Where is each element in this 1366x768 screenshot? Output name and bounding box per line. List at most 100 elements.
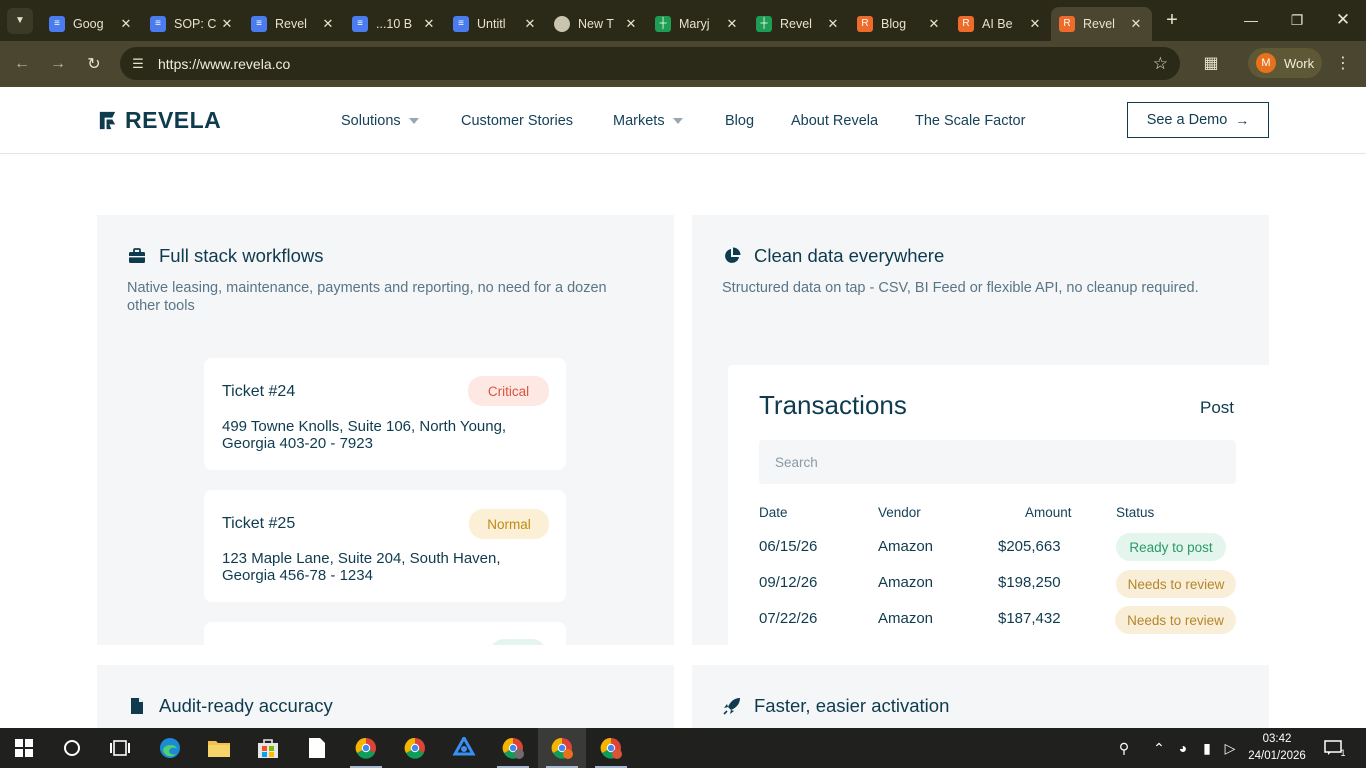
tab-title: Goog [73,16,104,31]
close-tab-icon[interactable]: ✕ [522,16,538,32]
sheets-icon: ┼ [655,15,671,32]
close-tab-icon[interactable]: ✕ [421,16,437,32]
browser-toolbar: ← → ↻ ☰ https://www.revela.co ☆ ▦ M Work… [0,41,1366,87]
revela-logo[interactable]: REVELA [96,107,221,134]
status-badge: Critical [468,376,549,406]
nav-label: About Revela [791,113,879,129]
nav-solutions[interactable]: Solutions [341,111,419,131]
card-title-text: Clean data everywhere [754,245,945,266]
transactions-search-input[interactable] [759,440,1236,484]
rocket-icon [722,696,742,716]
start-button[interactable] [0,728,48,768]
restore-button[interactable]: ❐ [1274,0,1320,40]
battery-icon[interactable]: ▮ [1196,728,1218,768]
new-tab-button[interactable]: + [1158,7,1186,35]
chevron-down-icon [408,118,419,124]
store-app[interactable] [244,728,292,768]
chrome-icon [404,737,425,759]
nav-blog[interactable]: Blog [725,111,754,131]
browser-tab[interactable]: ≡ SOP: C ✕ [142,7,243,41]
chrome-icon [355,737,376,759]
task-view-button[interactable] [96,728,144,768]
nav-about[interactable]: About Revela [791,111,878,131]
bookmark-star-icon[interactable]: ☆ [1153,54,1168,74]
site-info-icon[interactable]: ☰ [128,56,148,72]
revela-icon: R [958,15,974,32]
close-tab-icon[interactable]: ✕ [320,16,336,32]
close-tab-icon[interactable]: ✕ [825,16,841,32]
reload-button[interactable]: ↻ [77,47,111,81]
browser-tab[interactable]: ≡ Goog ✕ [41,7,142,41]
chrome-app-work[interactable] [538,728,586,768]
address-bar[interactable]: ☰ https://www.revela.co ☆ [120,47,1180,80]
card-description: Structured data on tap - CSV, BI Feed or… [722,280,1199,296]
close-tab-icon[interactable]: ✕ [219,16,235,32]
profile-name: Work [1284,55,1315,71]
see-demo-button[interactable]: See a Demo → [1127,102,1269,138]
card-clean-data: Clean data everywhere Structured data on… [692,215,1269,645]
chrome-app-2[interactable] [391,728,439,768]
ticket-card[interactable]: Ticket #24 Critical 499 Towne Knolls, Su… [204,358,566,470]
close-window-button[interactable]: ✕ [1320,0,1366,40]
search-button[interactable] [48,728,96,768]
nav-label: The Scale Factor [915,113,1026,129]
transactions-title: Transactions [759,390,907,420]
forward-button[interactable]: → [41,47,75,81]
browser-tab[interactable]: ┼ Maryj ✕ [647,7,748,41]
volume-muted-icon[interactable]: ▷ [1219,728,1241,768]
people-icon[interactable]: ⚲ [1110,728,1138,768]
sync-app[interactable] [440,728,488,768]
chrome-app-5[interactable] [587,728,635,768]
browser-tab[interactable]: ≡ Untitl ✕ [445,7,546,41]
close-tab-icon[interactable]: ✕ [118,16,134,32]
browser-tab[interactable]: R AI Be ✕ [950,7,1051,41]
column-header-vendor: Vendor [878,505,921,520]
column-header-date: Date [759,505,788,520]
chrome-app-3[interactable] [489,728,537,768]
close-tab-icon[interactable]: ✕ [1128,16,1144,32]
cell-vendor: Amazon [878,574,934,591]
close-tab-icon[interactable]: ✕ [724,16,740,32]
nav-scale-factor[interactable]: The Scale Factor [915,111,1025,131]
ticket-address: 123 Maple Lane, Suite 204, South Haven, … [222,550,501,584]
minimize-button[interactable]: — [1228,0,1274,40]
browser-menu-icon[interactable]: ⋮ [1333,48,1353,78]
card-title-text: Audit-ready accuracy [159,695,333,716]
tab-strip: ≡ Goog ✕ ≡ SOP: C ✕ ≡ Revel ✕ ≡ ...10 B ✕ ≡ Untitl ✕ Ne… [41,1,1152,41]
status-badge: Needs to review [1116,570,1236,598]
close-tab-icon[interactable]: ✕ [623,16,639,32]
pie-chart-icon [722,246,742,266]
browser-tab[interactable]: ┼ Revel ✕ [748,7,849,41]
notification-center-button[interactable]: 1 [1320,728,1350,768]
post-button[interactable]: Post [1200,398,1234,418]
notepad-app[interactable] [293,728,341,768]
nav-markets[interactable]: Markets [613,111,683,131]
edge-app[interactable] [146,728,194,768]
briefcase-icon [127,246,147,266]
extensions-icon[interactable]: ▦ [1196,48,1226,78]
browser-tab[interactable]: New T ✕ [546,7,647,41]
ticket-card[interactable]: Ticket #25 Normal 123 Maple Lane, Suite … [204,490,566,602]
card-title-text: Faster, easier activation [754,695,950,716]
cell-amount: $187,432 [998,610,1061,627]
file-explorer-app[interactable] [195,728,243,768]
column-header-amount: Amount [1025,505,1072,520]
file-icon [309,738,325,758]
system-clock[interactable]: 03:42 24/01/2026 [1244,731,1310,765]
browser-tab[interactable]: ≡ Revel ✕ [243,7,344,41]
close-tab-icon[interactable]: ✕ [926,16,942,32]
nav-customer-stories[interactable]: Customer Stories [461,111,573,131]
back-button[interactable]: ← [5,47,39,81]
profile-button[interactable]: M Work [1248,48,1322,78]
ticket-name: Ticket #24 [222,383,296,400]
wifi-icon[interactable]: ◕ [1172,728,1194,768]
close-tab-icon[interactable]: ✕ [1027,16,1043,32]
chrome-app-1[interactable] [342,728,390,768]
browser-tab[interactable]: R Blog ✕ [849,7,950,41]
show-hidden-icons-chevron[interactable]: ⌃ [1148,728,1170,768]
ticket-card[interactable] [204,622,566,645]
browser-tab[interactable]: R Revel ✕ [1051,6,1152,41]
tab-search-button[interactable]: ▼ [7,7,33,34]
document-icon [127,696,147,716]
browser-tab[interactable]: ≡ ...10 B ✕ [344,7,445,41]
